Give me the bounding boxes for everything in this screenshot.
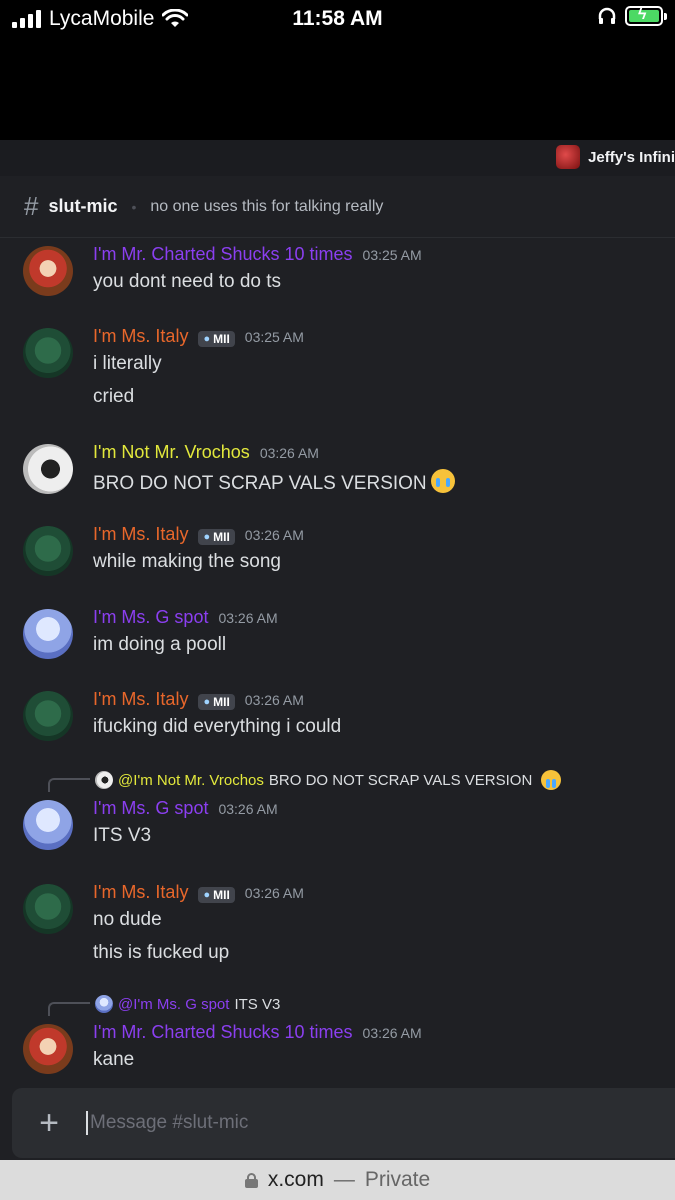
reply-text: ITS V3 — [234, 995, 281, 1013]
status-bar: LycaMobile 11:58 AM ϟ — [0, 0, 675, 40]
server-name: Jeffy's Infini — [588, 148, 675, 166]
avatar[interactable] — [23, 691, 73, 741]
message-header: I'm Ms. Italy ● MII 03:26 AM — [93, 689, 304, 710]
timestamp: 03:26 AM — [218, 610, 278, 626]
avatar[interactable] — [23, 328, 73, 378]
message-text: BRO DO NOT SCRAP VALS VERSION — [93, 469, 455, 495]
clock: 11:58 AM — [292, 7, 383, 30]
reply-preview[interactable]: @I'm Ms. G spot ITS V3 — [48, 992, 280, 1016]
role-badge: ● MII — [198, 694, 235, 710]
timestamp: 03:26 AM — [244, 527, 304, 543]
reply-author[interactable]: @I'm Not Mr. Vrochos — [118, 772, 264, 789]
author-name[interactable]: I'm Ms. Italy — [93, 689, 188, 710]
mii-icon: ● — [203, 333, 211, 345]
message-header: I'm Ms. Italy ● MII 03:26 AM — [93, 882, 304, 903]
channel-header: # slut-mic • no one uses this for talkin… — [0, 176, 675, 238]
text-caret — [86, 1111, 88, 1135]
message-composer: + — [12, 1088, 675, 1158]
role-badge: ● MII — [198, 529, 235, 545]
message-text-content: BRO DO NOT SCRAP VALS VERSION — [93, 473, 427, 494]
url-separator: — — [333, 1168, 355, 1191]
avatar[interactable] — [23, 800, 73, 850]
avatar[interactable] — [23, 884, 73, 934]
mii-icon: ● — [203, 696, 211, 708]
message-text: kane — [93, 1049, 135, 1070]
message-text: while making the song — [93, 551, 281, 572]
message-text: ifucking did everything i could — [93, 716, 342, 737]
message-text: ITS V3 — [93, 825, 152, 846]
message-text: no dude — [93, 909, 162, 930]
mii-icon: ● — [203, 889, 211, 901]
message-header: I'm Mr. Charted Shucks 10 times 03:25 AM — [93, 244, 422, 265]
badge-label: MII — [213, 888, 230, 902]
private-mode-label: Private — [364, 1168, 431, 1191]
message-text: this is fucked up — [93, 942, 230, 963]
message-header: I'm Ms. G spot 03:26 AM — [93, 798, 278, 819]
reply-text: BRO DO NOT SCRAP VALS VERSION — [268, 771, 533, 789]
server-icon — [556, 145, 581, 169]
message-list: I'm Mr. Charted Shucks 10 times 03:25 AM… — [0, 238, 675, 1086]
status-right: ϟ — [597, 6, 667, 26]
timestamp: 03:26 AM — [218, 801, 278, 817]
badge-label: MII — [213, 530, 230, 544]
reply-avatar — [95, 995, 113, 1013]
timestamp: 03:25 AM — [244, 329, 304, 345]
reply-spine — [48, 778, 90, 792]
url-domain: x.com — [267, 1168, 324, 1191]
sob-emoji-icon[interactable] — [430, 469, 455, 493]
message-text: you dont need to do ts — [93, 271, 282, 292]
author-name[interactable]: I'm Mr. Charted Shucks 10 times — [93, 244, 353, 265]
top-strip: Jeffy's Infini — [0, 140, 675, 176]
message-text: cried — [93, 386, 135, 407]
avatar[interactable] — [23, 246, 73, 296]
message-header: I'm Ms. G spot 03:26 AM — [93, 607, 278, 628]
message-header: I'm Ms. Italy ● MII 03:25 AM — [93, 326, 304, 347]
avatar[interactable] — [23, 526, 73, 576]
channel-topic[interactable]: no one uses this for talking really — [150, 198, 383, 216]
reply-preview[interactable]: @I'm Not Mr. Vrochos BRO DO NOT SCRAP VA… — [48, 768, 562, 792]
author-name[interactable]: I'm Ms. G spot — [93, 607, 208, 628]
timestamp: 03:25 AM — [362, 247, 422, 263]
message-text: i literally — [93, 353, 162, 374]
hash-icon: # — [24, 191, 39, 221]
headphones-icon — [598, 7, 616, 24]
reply-avatar — [95, 771, 113, 789]
mii-icon: ● — [203, 531, 211, 543]
avatar[interactable] — [23, 444, 73, 494]
topic-divider: • — [131, 198, 137, 215]
sob-emoji-icon — [541, 770, 562, 790]
add-attachment-icon[interactable]: + — [12, 1104, 86, 1143]
timestamp: 03:26 AM — [244, 885, 304, 901]
timestamp: 03:26 AM — [244, 692, 304, 708]
timestamp: 03:26 AM — [259, 445, 319, 461]
timestamp: 03:26 AM — [362, 1025, 422, 1041]
message-header: I'm Ms. Italy ● MII 03:26 AM — [93, 524, 304, 545]
author-name[interactable]: I'm Ms. Italy — [93, 882, 188, 903]
message-header: I'm Not Mr. Vrochos 03:26 AM — [93, 442, 319, 463]
channel-name[interactable]: slut-mic — [48, 196, 117, 217]
avatar[interactable] — [23, 1024, 73, 1074]
author-name[interactable]: I'm Ms. Italy — [93, 524, 188, 545]
message-header: I'm Mr. Charted Shucks 10 times 03:26 AM — [93, 1022, 422, 1043]
battery-charging-icon: ϟ — [625, 6, 667, 26]
message-text: im doing a pooll — [93, 634, 227, 655]
lock-icon — [244, 1172, 258, 1188]
reply-spine — [48, 1002, 90, 1016]
reply-author[interactable]: @I'm Ms. G spot — [118, 996, 229, 1013]
author-name[interactable]: I'm Mr. Charted Shucks 10 times — [93, 1022, 353, 1043]
browser-url-bar[interactable]: x.com — Private — [0, 1160, 675, 1200]
avatar[interactable] — [23, 609, 73, 659]
server-chip[interactable]: Jeffy's Infini — [556, 145, 675, 169]
author-name[interactable]: I'm Ms. Italy — [93, 326, 188, 347]
discord-window: Jeffy's Infini # slut-mic • no one uses … — [0, 140, 675, 1160]
author-name[interactable]: I'm Ms. G spot — [93, 798, 208, 819]
badge-label: MII — [213, 695, 230, 709]
message-input[interactable] — [90, 1112, 570, 1134]
author-name[interactable]: I'm Not Mr. Vrochos — [93, 442, 250, 463]
badge-label: MII — [213, 332, 230, 346]
role-badge: ● MII — [198, 331, 235, 347]
role-badge: ● MII — [198, 887, 235, 903]
